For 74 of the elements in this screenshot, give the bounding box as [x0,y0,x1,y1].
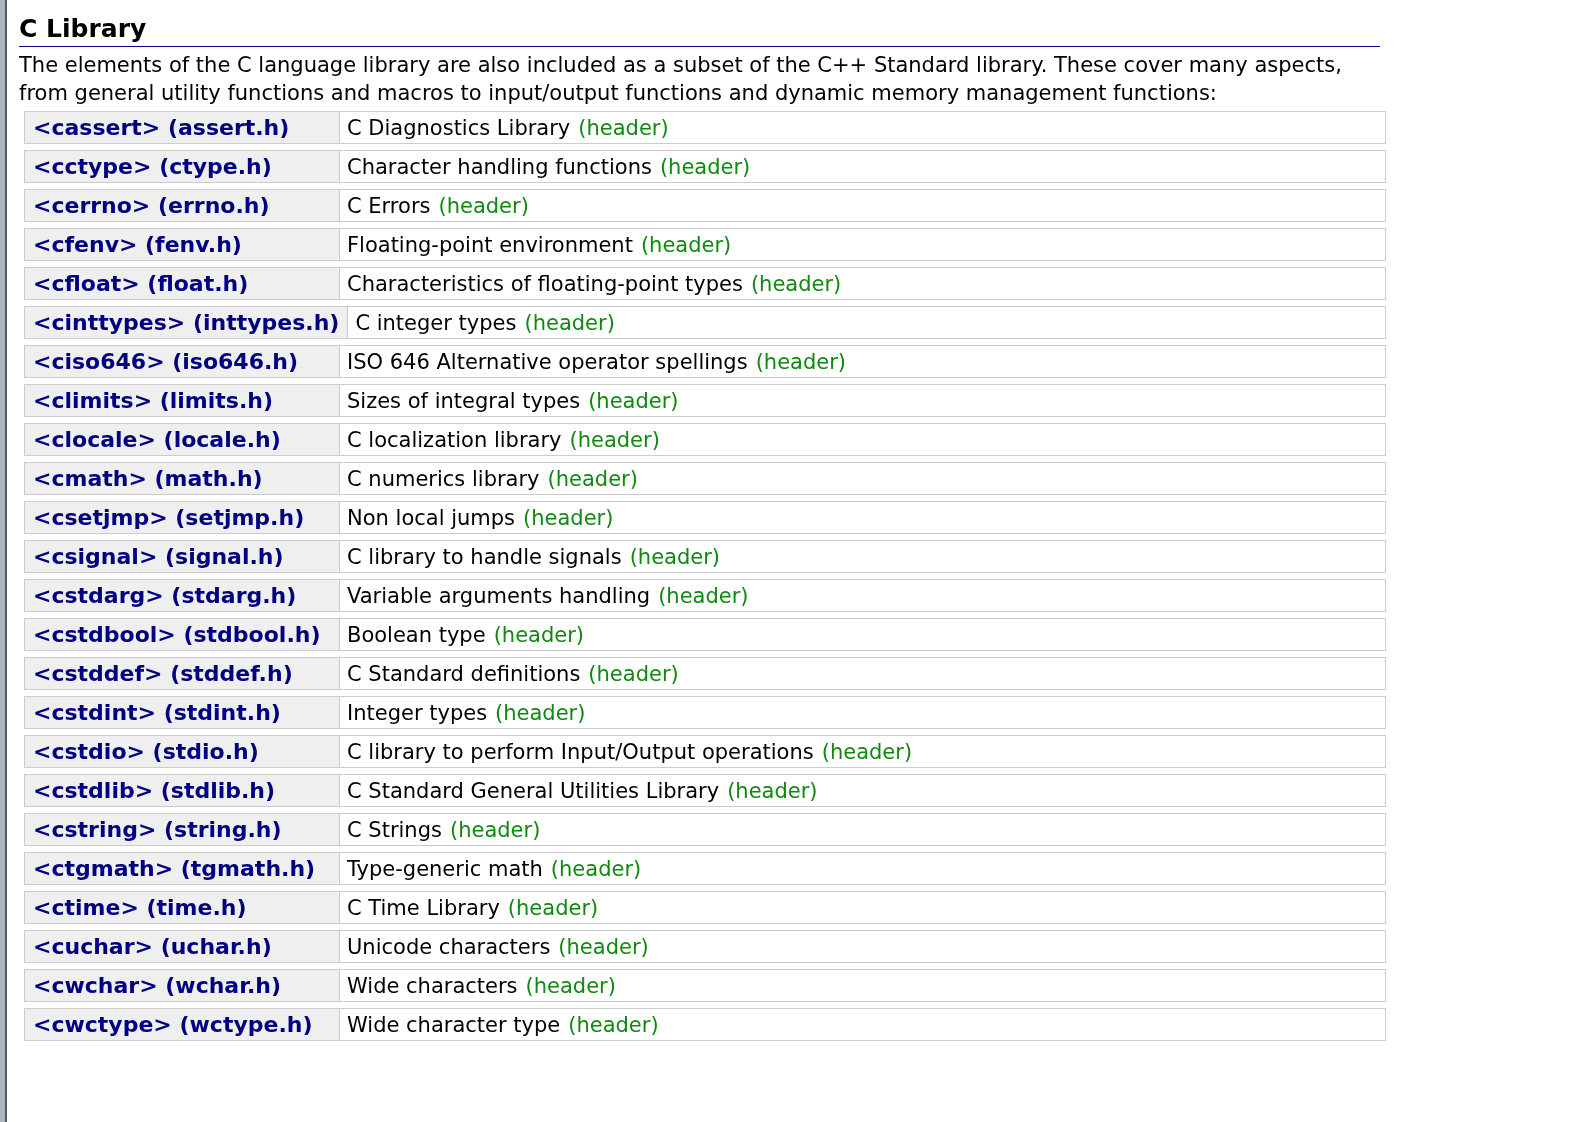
header-tag: (header) [495,700,586,725]
header-description: Unicode characters [347,934,551,959]
header-description: Boolean type [347,622,486,647]
header-description: C Strings [347,817,442,842]
header-tag: (header) [755,349,846,374]
header-tag: (header) [569,427,660,452]
header-tag: (header) [588,388,679,413]
header-link[interactable]: <cstddef> (stddef.h) [33,661,293,686]
header-description: C Standard definitions [347,661,581,686]
header-link[interactable]: <cstdlib> (stdlib.h) [33,778,276,803]
header-description: C integer types [355,310,517,335]
header-description: C Diagnostics Library [347,115,571,140]
header-description: Floating-point environment [347,232,633,257]
header-description: Characteristics of floating-point types [347,271,743,296]
header-link[interactable]: <cctype> (ctype.h) [33,154,272,179]
header-description: Variable arguments handling [347,583,651,608]
header-description: C Errors [347,193,431,218]
header-description: Sizes of integral types [347,388,581,413]
header-tag: (header) [507,895,599,920]
header-link[interactable]: <cfenv> (fenv.h) [33,232,242,257]
header-tag: (header) [558,934,649,959]
section-title: C Library [19,14,1380,47]
header-tag: (header) [727,778,818,803]
header-tag: (header) [588,661,679,686]
header-link[interactable]: <cstring> (string.h) [33,817,282,842]
header-tag: (header) [578,115,669,140]
header-link[interactable]: <cmath> (math.h) [33,466,263,491]
header-link[interactable]: <cstdint> (stdint.h) [33,700,281,725]
header-link[interactable]: <csetjmp> (setjmp.h) [33,505,305,530]
header-tag: (header) [550,856,642,881]
header-tag: (header) [629,544,720,569]
header-tag: (header) [493,622,584,647]
header-tag: (header) [658,583,749,608]
header-link[interactable]: <cerrno> (errno.h) [33,193,270,218]
header-link[interactable]: <cwctype> (wctype.h) [33,1012,313,1037]
header-description: ISO 646 Alternative operator spellings [347,349,748,374]
header-description: Integer types [347,700,488,725]
header-description: Type-generic math [347,856,543,881]
header-description: C localization library [347,427,562,452]
header-link[interactable]: <ciso646> (iso646.h) [33,349,299,374]
header-tag: (header) [547,466,638,491]
header-link[interactable]: <ctime> (time.h) [33,895,247,920]
intro-paragraph: The elements of the C language library are also included as a subset of the C++ Standard library. These cover many aspects, from general utility functions and macros to input/output functions and dynamic memory management functions: [19,52,1343,107]
header-tag: (header) [438,193,529,218]
header-link[interactable]: <cassert> (assert.h) [33,115,290,140]
header-link[interactable]: <cstdarg> (stdarg.h) [33,583,297,608]
header-link[interactable]: <clocale> (locale.h) [33,427,281,452]
header-tag: (header) [750,271,842,296]
header-link[interactable]: <cstdbool> (stdbool.h) [33,622,321,647]
header-tag: (header) [821,739,913,764]
header-description: C Standard General Utilities Library [347,778,720,803]
header-description: C Time Library [347,895,500,920]
header-link[interactable]: <ctgmath> (tgmath.h) [33,856,316,881]
header-description: Character handling functions [347,154,652,179]
header-tag: (header) [525,973,616,998]
header-link[interactable]: <cfloat> (float.h) [33,271,249,296]
header-link[interactable]: <climits> (limits.h) [33,388,273,413]
header-tag: (header) [568,1012,659,1037]
header-description: C library to perform Input/Output operations [347,739,814,764]
header-description: C library to handle signals [347,544,622,569]
header-tag: (header) [659,154,751,179]
header-description: Wide character type [347,1012,561,1037]
header-link[interactable]: <csignal> (signal.h) [33,544,284,569]
header-link[interactable]: <cuchar> (uchar.h) [33,934,272,959]
header-description: C numerics library [347,466,540,491]
header-tag: (header) [449,817,541,842]
header-link[interactable]: <cinttypes> (inttypes.h) [33,310,340,335]
header-tag: (header) [524,310,615,335]
header-link[interactable]: <cwchar> (wchar.h) [33,973,281,998]
header-link[interactable]: <cstdio> (stdio.h) [33,739,259,764]
header-tag: (header) [523,505,614,530]
header-description: Wide characters [347,973,518,998]
header-tag: (header) [640,232,732,257]
header-description: Non local jumps [347,505,516,530]
